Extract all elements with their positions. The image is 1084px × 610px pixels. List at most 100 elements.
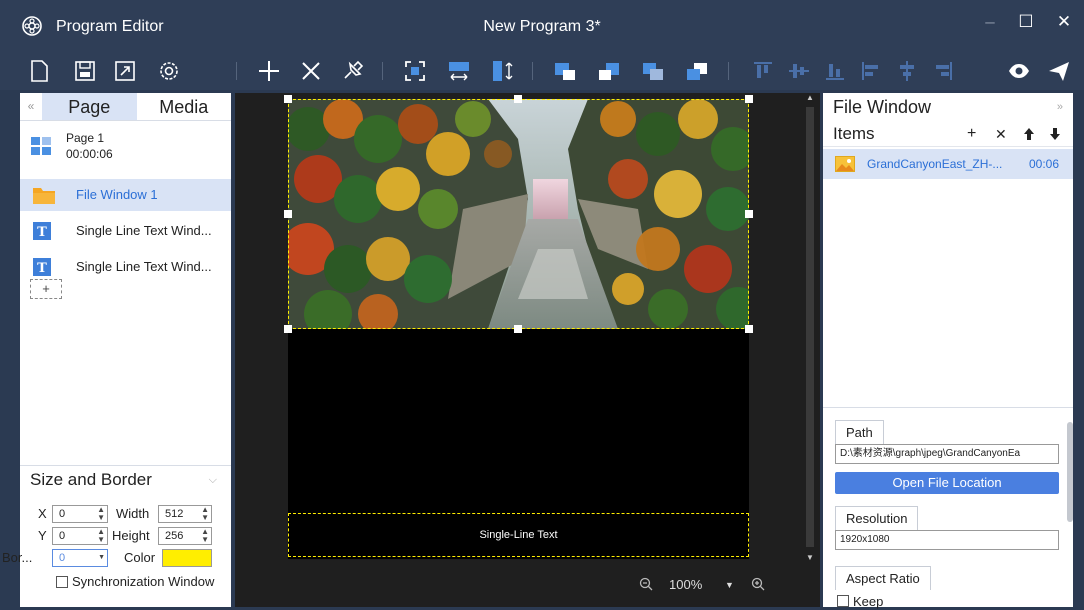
collapse-left-icon[interactable]: « xyxy=(20,93,42,120)
height-value: 256 xyxy=(165,530,184,542)
fit-window-icon[interactable] xyxy=(402,58,428,84)
canvas-scrollbar[interactable]: ▲ ▼ xyxy=(805,93,815,563)
spinner-arrows-icon[interactable]: ▲ ▼ xyxy=(201,506,209,522)
title-bar: Program Editor New Program 3* – ☐ ✕ xyxy=(0,0,1084,52)
align-hcenter-icon[interactable] xyxy=(894,58,920,84)
bring-forward-icon[interactable] xyxy=(552,58,578,84)
width-label: Width xyxy=(116,506,150,521)
single-line-text-window[interactable]: Single-Line Text xyxy=(288,513,749,557)
align-right-icon[interactable] xyxy=(930,58,956,84)
border-label: Bor... xyxy=(2,550,33,565)
scrollbar-thumb[interactable] xyxy=(806,107,814,547)
media-item-duration: 00:06 xyxy=(1028,157,1059,171)
resize-handle-nw[interactable] xyxy=(284,95,292,103)
app-title: Program Editor xyxy=(56,18,164,35)
aspect-ratio-label: Aspect Ratio xyxy=(835,566,931,590)
send-backward-icon[interactable] xyxy=(596,58,622,84)
dropdown-arrow-icon: ▼ xyxy=(98,554,105,561)
close-button[interactable]: ✕ xyxy=(1050,10,1078,34)
zoom-out-icon[interactable] xyxy=(639,577,653,594)
resolution-label: Resolution xyxy=(835,506,919,530)
resize-handle-se[interactable] xyxy=(745,325,753,333)
program-canvas[interactable]: Single-Line Text xyxy=(284,95,753,559)
stretch-vertical-icon[interactable] xyxy=(490,58,516,84)
color-swatch[interactable] xyxy=(162,549,212,567)
move-down-button[interactable] xyxy=(1049,121,1061,150)
spinner-arrows-icon[interactable]: ▲ ▼ xyxy=(97,528,105,544)
toolbar-separator xyxy=(382,62,383,80)
align-bottom-icon[interactable] xyxy=(822,58,848,84)
maximize-button[interactable]: ☐ xyxy=(1012,10,1040,34)
resize-handle-n[interactable] xyxy=(514,95,522,103)
folder-icon xyxy=(32,185,55,205)
size-border-title: Size and Border xyxy=(30,470,152,489)
zoom-dropdown-icon[interactable]: ▼ xyxy=(725,580,734,590)
open-file-location-button[interactable]: Open File Location xyxy=(835,472,1059,494)
path-field[interactable]: D:\素材资源\graph\jpeg\GrandCanyonEa xyxy=(835,444,1059,464)
save-icon[interactable] xyxy=(72,58,98,84)
bring-front-icon[interactable] xyxy=(640,58,666,84)
fullscreen-icon[interactable] xyxy=(112,58,138,84)
stretch-horizontal-icon[interactable] xyxy=(446,58,472,84)
selection-box[interactable] xyxy=(288,99,749,329)
delete-icon[interactable] xyxy=(298,58,324,84)
y-field[interactable]: 0 ▲ ▼ xyxy=(52,527,108,545)
media-item-name: GrandCanyonEast_ZH-... xyxy=(867,157,1003,171)
add-item-button[interactable]: + xyxy=(967,121,976,147)
send-back-icon[interactable] xyxy=(684,58,710,84)
keep-aspect-checkbox[interactable] xyxy=(837,595,849,607)
items-label: Items xyxy=(833,124,875,143)
border-select[interactable]: 0 ▼ xyxy=(52,549,108,567)
keep-label: Keep xyxy=(853,594,884,609)
size-border-section: Size and Border ⌵ X 0 ▲ ▼ Width 512 ▲ ▼ Y 0 ▲… xyxy=(2,465,231,607)
scroll-down-icon[interactable]: ▼ xyxy=(806,553,814,562)
window-item[interactable]: T Single Line Text Wind... xyxy=(20,215,231,247)
align-left-icon[interactable] xyxy=(858,58,884,84)
page-item[interactable]: Page 1 00:00:06 xyxy=(20,121,231,175)
toolbar-separator xyxy=(532,62,533,80)
sync-window-label: Synchronization Window xyxy=(72,574,215,589)
new-icon[interactable] xyxy=(26,58,52,84)
window-label: File Window 1 xyxy=(76,187,158,202)
resize-handle-sw[interactable] xyxy=(284,325,292,333)
window-item[interactable]: File Window 1 xyxy=(20,179,231,211)
pin-icon[interactable] xyxy=(340,58,366,84)
settings-icon[interactable] xyxy=(156,58,182,84)
toolbar xyxy=(0,52,1084,90)
path-label: Path xyxy=(835,420,884,444)
delete-item-button[interactable]: ✕ xyxy=(995,121,1007,147)
zoom-level[interactable]: 100% xyxy=(669,577,702,592)
resize-handle-ne[interactable] xyxy=(745,95,753,103)
size-border-header[interactable]: Size and Border ⌵ xyxy=(20,466,231,494)
app-logo-icon xyxy=(22,16,42,36)
resize-handle-e[interactable] xyxy=(745,210,753,218)
collapse-right-icon[interactable]: » xyxy=(1057,93,1063,121)
border-value: 0 xyxy=(59,552,66,564)
x-field[interactable]: 0 ▲ ▼ xyxy=(52,505,108,523)
resize-handle-w[interactable] xyxy=(284,210,292,218)
move-up-button[interactable] xyxy=(1023,121,1035,150)
add-icon[interactable] xyxy=(256,58,282,84)
resolution-field[interactable]: 1920x1080 xyxy=(835,530,1059,550)
window-label: Single Line Text Wind... xyxy=(76,223,212,238)
width-field[interactable]: 512 ▲ ▼ xyxy=(158,505,212,523)
media-item[interactable]: GrandCanyonEast_ZH-... 00:06 xyxy=(823,149,1073,179)
send-icon[interactable] xyxy=(1046,58,1072,84)
page-name: Page 1 xyxy=(66,131,105,145)
spinner-arrows-icon[interactable]: ▲ ▼ xyxy=(201,528,209,544)
height-field[interactable]: 256 ▲ ▼ xyxy=(158,527,212,545)
minimize-button[interactable]: – xyxy=(976,10,1004,34)
resize-handle-s[interactable] xyxy=(514,325,522,333)
scroll-up-icon[interactable]: ▲ xyxy=(806,93,814,102)
align-vcenter-icon[interactable] xyxy=(786,58,812,84)
tab-media[interactable]: Media xyxy=(137,93,232,120)
add-page-button[interactable]: + xyxy=(30,279,62,299)
tab-page[interactable]: Page xyxy=(42,93,137,120)
spinner-arrows-icon[interactable]: ▲ ▼ xyxy=(97,506,105,522)
right-panel: File Window » Items + ✕ GrandCanyonEast_… xyxy=(823,93,1073,609)
preview-icon[interactable] xyxy=(1006,58,1032,84)
align-top-icon[interactable] xyxy=(750,58,776,84)
properties-scrollbar[interactable] xyxy=(1067,422,1073,522)
sync-window-checkbox[interactable] xyxy=(56,576,68,588)
zoom-in-icon[interactable] xyxy=(751,577,765,594)
